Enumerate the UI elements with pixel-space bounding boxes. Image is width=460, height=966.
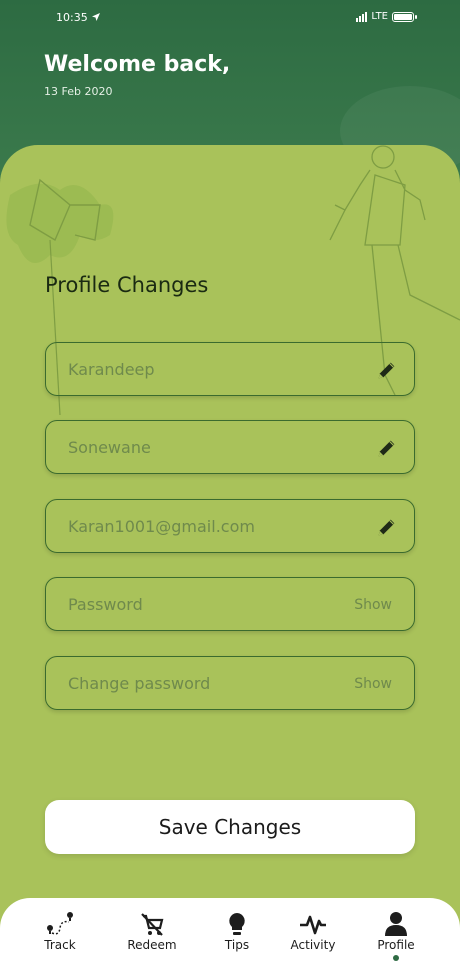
status-time: 10:35 (56, 11, 101, 24)
password-field[interactable]: Password Show (45, 577, 415, 631)
password-placeholder: Password (68, 595, 143, 614)
header-date: 13 Feb 2020 (44, 85, 113, 98)
profile-card: Profile Changes Karandeep Sonewane Karan… (0, 145, 460, 966)
tab-label: Profile (377, 938, 415, 952)
save-changes-button[interactable]: Save Changes (45, 800, 415, 854)
tab-track[interactable]: Track (20, 898, 100, 966)
pulse-icon (300, 915, 326, 935)
show-password-toggle[interactable]: Show (354, 597, 392, 613)
battery-icon (392, 11, 417, 22)
active-tab-indicator (393, 955, 399, 961)
status-bar: 10:35 LTE (0, 9, 460, 29)
edit-pencil-icon[interactable] (376, 359, 398, 381)
first-name-field[interactable]: Karandeep (45, 342, 415, 396)
last-name-field[interactable]: Sonewane (45, 420, 415, 474)
tab-tips[interactable]: Tips (197, 898, 277, 966)
last-name-value: Sonewane (68, 438, 151, 457)
email-field[interactable]: Karan1001@gmail.com (45, 499, 415, 553)
tab-label: Tips (224, 938, 250, 952)
section-title: Profile Changes (45, 273, 209, 297)
user-icon (385, 912, 407, 936)
clock-text: 10:35 (56, 11, 88, 24)
email-value: Karan1001@gmail.com (68, 517, 255, 536)
change-password-field[interactable]: Change password Show (45, 656, 415, 710)
tab-profile[interactable]: Profile (356, 898, 436, 966)
signal-icon (356, 11, 368, 22)
show-change-password-toggle[interactable]: Show (354, 676, 392, 692)
tab-label: Track (44, 938, 76, 952)
network-label: LTE (371, 11, 388, 22)
change-password-placeholder: Change password (68, 674, 211, 693)
bottom-tab-bar: Track Redeem Tips Activity Profile (0, 898, 460, 966)
welcome-title: Welcome back, (44, 52, 231, 77)
tab-label: Redeem (127, 938, 177, 952)
route-icon (47, 912, 73, 935)
first-name-value: Karandeep (68, 360, 155, 379)
status-right: LTE (356, 11, 417, 22)
tab-activity[interactable]: Activity (273, 898, 353, 966)
edit-pencil-icon[interactable] (376, 437, 398, 459)
edit-pencil-icon[interactable] (376, 516, 398, 538)
tab-redeem[interactable]: Redeem (112, 898, 192, 966)
location-arrow-icon (92, 13, 101, 21)
tab-label: Activity (290, 938, 336, 952)
cart-off-icon (141, 913, 164, 936)
lightbulb-icon (229, 913, 245, 935)
